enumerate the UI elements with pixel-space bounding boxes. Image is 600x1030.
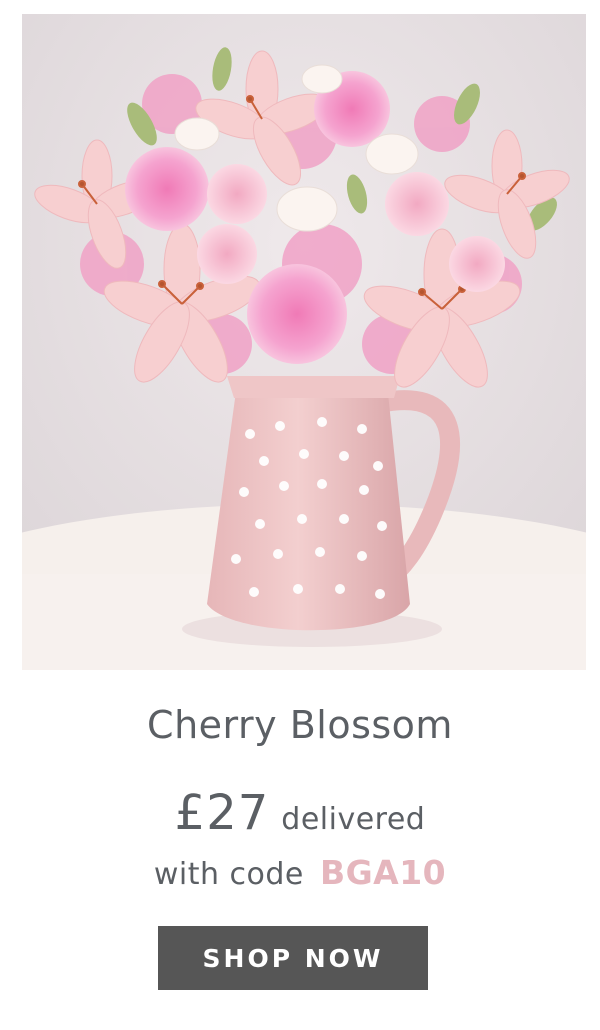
flower-bouquet-illustration	[22, 14, 586, 670]
price-value: £27	[174, 785, 270, 841]
promo-code: BGA10	[319, 853, 447, 892]
promo-code-prefix: with code	[153, 857, 304, 892]
product-image[interactable]	[22, 14, 586, 670]
shop-now-button[interactable]: SHOP NOW	[158, 926, 428, 990]
promo-code-line: with code BGA10	[0, 853, 600, 892]
price-line: £27 delivered	[0, 785, 600, 841]
price-suffix: delivered	[281, 802, 426, 837]
product-title[interactable]: Cherry Blossom	[0, 703, 600, 747]
